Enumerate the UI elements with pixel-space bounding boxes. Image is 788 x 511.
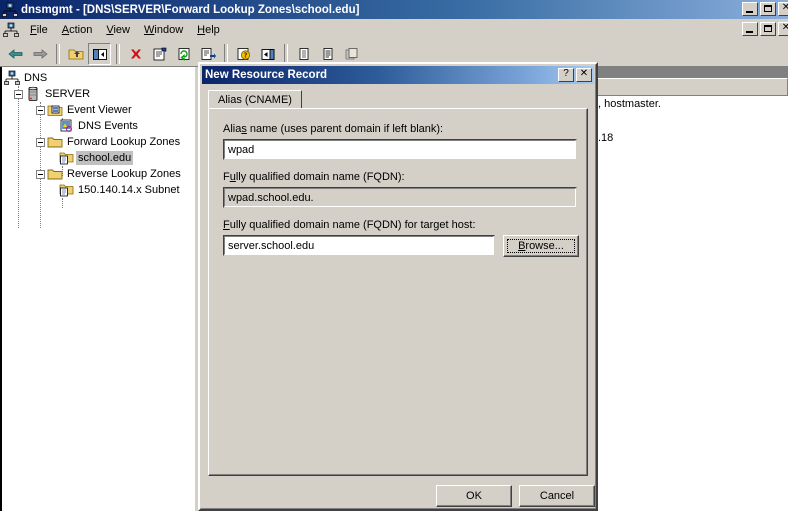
doc-restore-button[interactable]	[760, 22, 776, 36]
main-window-controls: ✕	[742, 2, 788, 16]
dialog-title: New Resource Record	[205, 69, 328, 81]
toolbar-separator	[284, 43, 288, 64]
refresh-icon[interactable]	[172, 43, 195, 65]
toolbar-separator	[116, 43, 120, 64]
application-window: dnsmgmt - [DNS\SERVER\Forward Lookup Zon…	[0, 0, 788, 511]
dialog-body: Alias (CNAME) Alias name (uses parent do…	[202, 86, 595, 507]
document-window-controls: ✕	[742, 22, 788, 36]
alias-name-label: Alias name (uses parent domain if left b…	[223, 123, 444, 135]
minimize-button[interactable]	[742, 2, 758, 16]
dns-events-icon	[58, 118, 74, 134]
context-help-button[interactable]: ?	[558, 68, 574, 82]
back-icon[interactable]	[4, 43, 27, 65]
tab-strip: Alias (CNAME)	[208, 90, 302, 109]
tree-item-label: school.edu	[76, 151, 134, 165]
alias-name-input[interactable]: wpad	[224, 140, 576, 159]
new-resource-record-dialog: New Resource Record ? ✕ Alias (CNAME) Al…	[198, 62, 598, 511]
cancel-button[interactable]: Cancel	[519, 485, 595, 507]
console-tree-pane[interactable]: DNS SERVER Event Viewer DNS Events Forwa…	[0, 67, 194, 511]
fqdn-label: Fully qualified domain name (FQDN):	[223, 171, 405, 183]
zone-icon	[58, 150, 74, 166]
main-title-bar: dnsmgmt - [DNS\SERVER\Forward Lookup Zon…	[0, 0, 788, 19]
expander-minus-icon[interactable]	[36, 105, 45, 115]
target-fqdn-label: Fully qualified domain name (FQDN) for t…	[223, 219, 476, 231]
menu-help[interactable]: Help	[190, 22, 227, 38]
dialog-close-button[interactable]: ✕	[576, 68, 592, 82]
question-mark-icon: ?	[563, 68, 569, 79]
menu-view[interactable]: View	[99, 22, 137, 38]
tree-item-school-edu[interactable]: school.edu	[2, 150, 194, 166]
tree-item-label: SERVER	[45, 88, 91, 100]
doc-minimize-button[interactable]	[742, 22, 758, 36]
dialog-title-bar[interactable]: New Resource Record ? ✕	[202, 66, 594, 84]
properties-icon[interactable]	[148, 43, 171, 65]
tree-item-dns-events[interactable]: DNS Events	[2, 118, 194, 134]
tree-item-dns[interactable]: DNS	[2, 70, 194, 86]
dns-root-icon	[4, 70, 20, 86]
folder-icon	[47, 134, 63, 150]
show-hide-tree-icon[interactable]	[88, 42, 111, 65]
event-viewer-icon	[47, 102, 63, 118]
zone-icon	[58, 182, 74, 198]
doc-close-button[interactable]: ✕	[778, 22, 788, 36]
server-icon	[25, 86, 41, 102]
fqdn-readonly-field: wpad.school.edu.	[224, 188, 576, 207]
main-title-text: dnsmgmt - [DNS\SERVER\Forward Lookup Zon…	[21, 3, 360, 16]
svg-text:?: ?	[243, 51, 247, 59]
up-one-level-icon[interactable]	[64, 43, 87, 65]
expander-minus-icon[interactable]	[36, 169, 45, 179]
close-icon: ✕	[579, 68, 589, 79]
tree-item-label: Reverse Lookup Zones	[67, 168, 181, 180]
menu-window[interactable]: Window	[137, 22, 190, 38]
tree-item-event-viewer[interactable]: Event Viewer	[2, 102, 194, 118]
menu-bar: File Action View Window Help ✕	[0, 19, 788, 41]
toolbar-separator	[224, 43, 228, 64]
browse-button-label: Browse...	[518, 240, 564, 252]
cancel-button-label: Cancel	[539, 490, 575, 502]
mmc-console-icon	[3, 22, 19, 38]
tab-page-alias: Alias name (uses parent domain if left b…	[208, 108, 588, 476]
tree-item-reverse-subnet[interactable]: 150.140.14.x Subnet	[2, 182, 194, 198]
menu-file[interactable]: File	[23, 22, 55, 38]
ok-button[interactable]: OK	[436, 485, 512, 507]
expander-minus-icon[interactable]	[36, 137, 45, 147]
browse-button[interactable]: Browse...	[503, 235, 579, 257]
tree-item-label: 150.140.14.x Subnet	[78, 184, 180, 196]
tree-item-server[interactable]: SERVER	[2, 86, 194, 102]
tree-item-label: Forward Lookup Zones	[67, 136, 181, 148]
dns-server-icon	[2, 2, 18, 18]
ok-button-label: OK	[466, 490, 482, 502]
expander-minus-icon[interactable]	[14, 89, 23, 99]
tree-item-reverse-lookup-zones[interactable]: Reverse Lookup Zones	[2, 166, 194, 182]
tree-item-forward-lookup-zones[interactable]: Forward Lookup Zones	[2, 134, 194, 150]
accel-char: F	[223, 219, 230, 231]
tree-item-label: Event Viewer	[67, 104, 132, 116]
maximize-button[interactable]	[760, 2, 776, 16]
tab-alias-cname[interactable]: Alias (CNAME)	[208, 90, 302, 109]
folder-icon	[47, 166, 63, 182]
dialog-window-controls: ? ✕	[558, 68, 592, 82]
menu-action[interactable]: Action	[55, 22, 100, 38]
tree-item-label: DNS Events	[78, 120, 138, 132]
target-fqdn-input[interactable]: server.school.edu	[224, 236, 494, 255]
column-header-data[interactable]	[590, 78, 788, 96]
delete-icon[interactable]	[124, 43, 147, 65]
toolbar-separator	[56, 43, 60, 64]
dns-tree: DNS SERVER Event Viewer DNS Events Forwa…	[2, 67, 194, 228]
forward-icon[interactable]	[28, 43, 51, 65]
close-button[interactable]: ✕	[778, 2, 788, 16]
tree-item-label: DNS	[24, 72, 48, 84]
